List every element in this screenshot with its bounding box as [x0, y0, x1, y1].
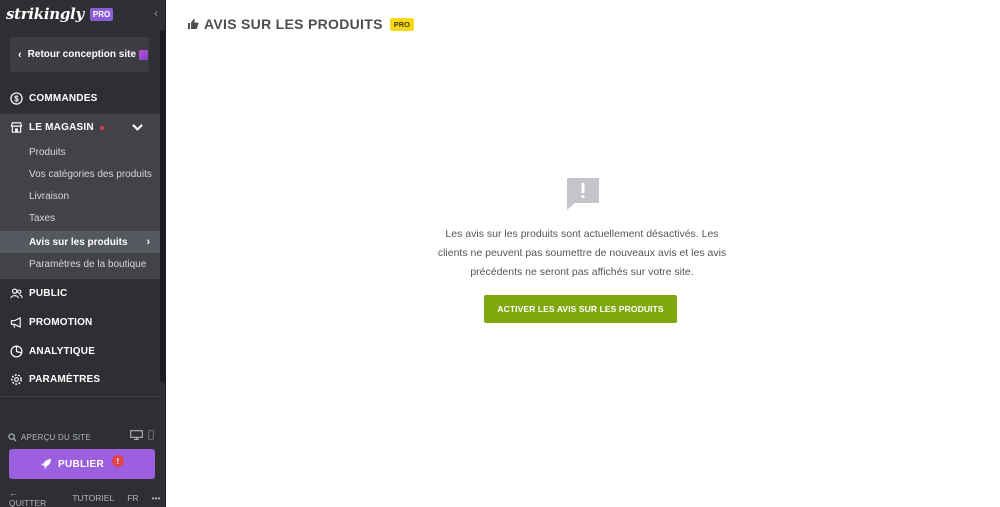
megaphone-icon [10, 316, 21, 328]
mobile-icon[interactable] [148, 430, 154, 440]
gear-icon [11, 373, 22, 385]
submenu-item-product-reviews-label: Avis sur les produits [29, 236, 128, 248]
nav-audience-label: PUBLIC [29, 287, 68, 299]
submenu-item-store-settings[interactable]: Paramètres de la boutique [0, 253, 160, 275]
site-preview-label: APERÇU DU SITE [21, 432, 91, 442]
submenu-item-taxes[interactable]: Taxes [0, 207, 160, 229]
logo-pro-badge: PRO [89, 7, 114, 21]
quit-link[interactable]: ← QUITTER [9, 488, 59, 507]
notification-dot [99, 125, 104, 130]
alert-message-icon [567, 178, 599, 210]
sidebar: strikingly PRO ‹ ‹ Retour conception sit… [0, 0, 166, 507]
svg-text:$: $ [14, 94, 19, 103]
logo: strikingly [6, 5, 84, 23]
pro-badge: PRO [389, 17, 414, 31]
search-icon [8, 432, 17, 442]
nav-store[interactable]: LE MAGASIN [0, 114, 160, 141]
language-switch[interactable]: FR [127, 493, 138, 503]
publish-warning-badge: ! [112, 455, 124, 467]
pie-chart-icon [10, 345, 23, 357]
chevron-right-icon: › [146, 236, 150, 248]
chevron-left-icon: ‹ [18, 48, 22, 61]
app-window: strikingly PRO ‹ ‹ Retour conception sit… [0, 0, 1000, 507]
desktop-icon[interactable] [130, 430, 143, 440]
dollar-circle-icon: $ [10, 91, 23, 105]
site-preview[interactable]: APERÇU DU SITE [8, 430, 156, 444]
store-submenu: Produits Vos catégories des produits Liv… [0, 141, 160, 279]
collapse-sidebar-icon[interactable]: ‹ [154, 6, 158, 20]
page-header: AVIS SUR LES PRODUITS PRO [187, 15, 414, 33]
nav-analytics[interactable]: ANALYTIQUE [0, 340, 160, 362]
submenu-item-product-reviews[interactable]: Avis sur les produits › [0, 231, 160, 253]
nav-settings-label: PARAMÈTRES [29, 373, 101, 385]
device-toggle [130, 430, 154, 440]
nav-settings[interactable]: PARAMÈTRES [0, 368, 160, 390]
submenu-item-products[interactable]: Produits [0, 141, 160, 163]
back-to-editor-button[interactable]: ‹ Retour conception site [10, 37, 149, 72]
sidebar-divider [0, 396, 160, 397]
enable-reviews-button[interactable]: ACTIVER LES AVIS SUR LES PRODUITS [484, 295, 677, 323]
nav-promotion[interactable]: PROMOTION [0, 311, 160, 333]
page-title: AVIS SUR LES PRODUITS [204, 16, 383, 32]
nav-promotion-label: PROMOTION [29, 316, 93, 328]
nav-audience[interactable]: PUBLIC [0, 282, 160, 304]
sidebar-footer: ← QUITTER TUTORIEL FR ••• [9, 488, 161, 507]
thumbs-up-icon [188, 19, 199, 29]
quit-label: QUITTER [9, 498, 47, 507]
users-icon [10, 287, 23, 298]
reviews-disabled-message: Les avis sur les produits sont actuellem… [437, 228, 727, 278]
site-icon [139, 49, 149, 60]
nav-analytics-label: ANALYTIQUE [29, 345, 96, 357]
rocket-icon [41, 459, 51, 469]
nav-orders[interactable]: $ COMMANDES [0, 87, 160, 109]
brand: strikingly PRO [6, 4, 114, 24]
publish-label: PUBLIER [58, 458, 104, 470]
submenu-item-shipping[interactable]: Livraison [0, 185, 160, 207]
submenu-item-categories[interactable]: Vos catégories des produits [0, 163, 160, 185]
back-to-editor-label: Retour conception site [27, 49, 137, 60]
more-menu-icon[interactable]: ••• [152, 493, 161, 503]
publish-button[interactable]: PUBLIER ! [9, 449, 155, 479]
store-icon [10, 122, 23, 133]
chevron-down-icon [132, 124, 143, 131]
tutorial-link[interactable]: TUTORIEL [72, 493, 114, 503]
nav-orders-label: COMMANDES [29, 92, 98, 104]
sidebar-scrollbar[interactable] [160, 30, 165, 382]
nav-store-label: LE MAGASIN [29, 122, 94, 133]
